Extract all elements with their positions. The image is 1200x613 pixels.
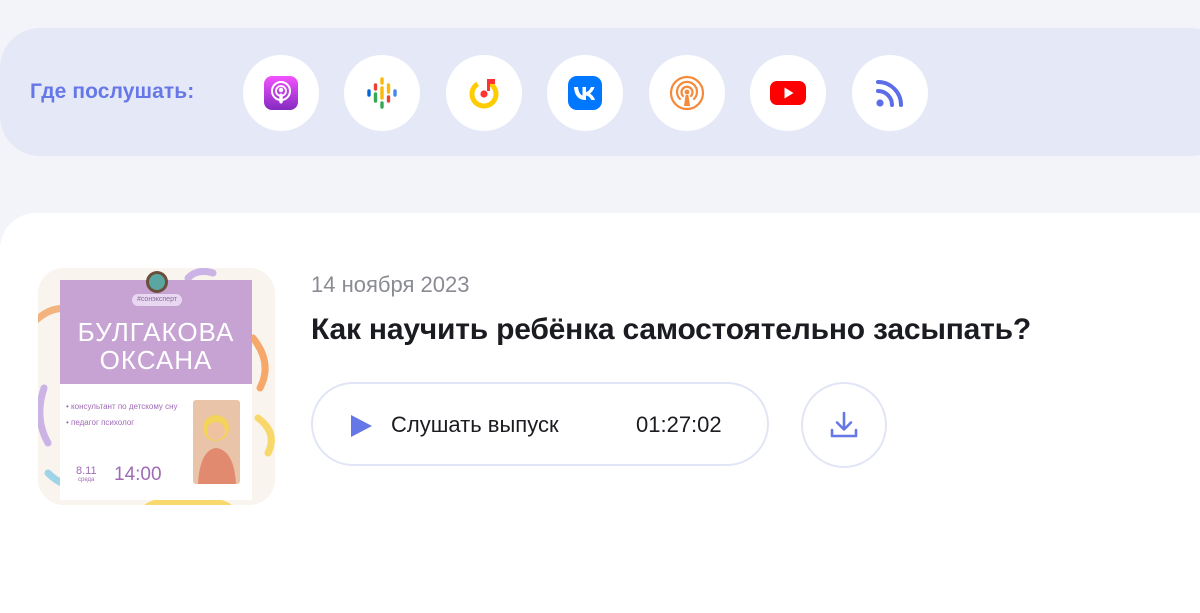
episode-cover[interactable]: #сонэксперт БУЛГАКОВА ОКСАНА • консульта… (38, 268, 275, 505)
cover-bullets: • консультант по детскому сну • педагог … (66, 401, 186, 433)
castbox-link[interactable] (649, 55, 725, 131)
youtube-link[interactable] (750, 55, 826, 131)
google-podcasts-link[interactable] (344, 55, 420, 131)
cover-title: БУЛГАКОВА ОКСАНА (60, 318, 252, 374)
vk-icon (568, 76, 602, 110)
episode-date: 14 ноября 2023 (311, 272, 470, 297)
apple-podcasts-link[interactable] (243, 55, 319, 131)
listen-label: Слушать выпуск (391, 412, 559, 437)
cover-title-line2: ОКСАНА (99, 345, 213, 375)
cover-tag: #сонэксперт (132, 294, 182, 306)
yandex-music-link[interactable] (446, 55, 522, 131)
apple-podcasts-icon (264, 76, 298, 110)
cover-time: 14:00 (114, 464, 162, 485)
rss-icon (876, 80, 903, 107)
yandex-music-icon (469, 79, 499, 109)
google-podcasts-icon (367, 77, 397, 109)
listen-button[interactable]: Слушать выпуск 01:27:02 (311, 382, 769, 466)
castbox-icon (669, 75, 705, 111)
cover-title-line1: БУЛГАКОВА (77, 317, 235, 347)
cover-date: 8.11 (76, 465, 97, 477)
cover-bullet: • консультант по детскому сну (66, 402, 178, 411)
youtube-icon (770, 81, 806, 105)
vk-link[interactable] (547, 55, 623, 131)
download-icon (830, 411, 858, 438)
platforms-label: Где послушать: (30, 80, 195, 103)
episode-duration: 01:27:02 (636, 412, 722, 437)
cover-day: среда (78, 477, 95, 483)
cover-bullet: • педагог психолог (66, 418, 135, 427)
episode-title[interactable]: Как научить ребёнка самостоятельно засып… (311, 313, 1031, 347)
rss-link[interactable] (852, 55, 928, 131)
play-icon (351, 415, 372, 437)
download-button[interactable] (801, 382, 887, 468)
